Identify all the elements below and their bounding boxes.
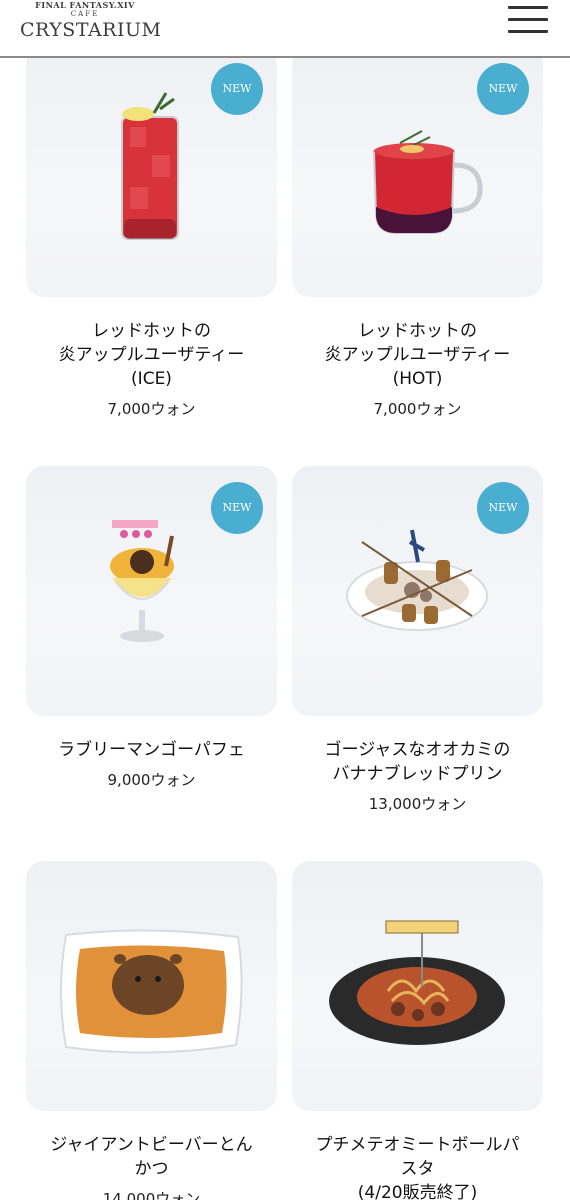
menu-item-name: ゴージャスなオオカミの バナナブレッドプリン	[324, 740, 511, 784]
menu-bar	[508, 6, 548, 9]
menu-item-name: レッドホットの 炎アップルユーザティー (HOT)	[324, 321, 511, 389]
menu-item-card[interactable]: NEW ゴージャスなオオカミの バナナブレッドプリン 13,000ウォン	[292, 466, 543, 814]
menu-item-price: 13,000ウォン	[368, 795, 467, 813]
new-badge: NEW	[477, 482, 529, 534]
new-badge: NEW	[211, 63, 263, 115]
menu-item-image	[26, 861, 277, 1111]
menu-item-card[interactable]: NEW ラブリーマンゴーパフェ 9,000ウォン	[26, 466, 277, 790]
menu-item-image: NEW	[26, 47, 277, 297]
menu-item-name: ラブリーマンゴーパフェ	[58, 740, 245, 760]
menu-item-name: レッドホットの 炎アップルユーザティー (ICE)	[58, 321, 245, 389]
menu-bar	[508, 30, 548, 33]
tonkatsu-curry-plate-image	[60, 929, 243, 1054]
site-header: FINAL FANTASY.XIV CAFE CRYSTARIUM	[0, 0, 570, 58]
menu-item-image	[292, 861, 543, 1111]
cafe-logo[interactable]: FINAL FANTASY.XIV CAFE CRYSTARIUM	[20, 0, 162, 46]
menu-item-card[interactable]: NEW レッドホットの 炎アップルユーザティー (HOT) 7,000ウォン	[292, 47, 543, 419]
menu-bar	[508, 18, 548, 21]
meatball-pasta-bowl-image	[329, 920, 505, 1045]
menu-item-card[interactable]: ジャイアントビーバーとん かつ 14,000ウォン	[26, 861, 277, 1200]
logo-title: CRYSTARIUM	[20, 19, 162, 41]
menu-item-price: 9,000ウォン	[107, 771, 196, 789]
menu-grid: NEW レッドホットの 炎アップルユーザティー (ICE) 7,000ウォン N…	[0, 0, 570, 1200]
menu-item-name: プチメテオミートボールパ スタ (4/20販売終了)	[315, 1135, 520, 1200]
menu-item-image: NEW	[26, 466, 277, 716]
new-badge: NEW	[211, 482, 263, 534]
menu-item-card[interactable]: NEW レッドホットの 炎アップルユーザティー (ICE) 7,000ウォン	[26, 47, 277, 419]
logo-subtext: CAFE	[70, 10, 100, 18]
menu-item-name: ジャイアントビーバーとん かつ	[50, 1135, 253, 1179]
hamburger-menu-icon[interactable]	[508, 6, 548, 34]
menu-item-card[interactable]: プチメテオミートボールパ スタ (4/20販売終了)	[292, 861, 543, 1200]
new-badge: NEW	[477, 63, 529, 115]
logo-text: FINAL FANTASY.XIV	[35, 0, 135, 10]
menu-item-image: NEW	[292, 466, 543, 716]
menu-item-price: 14,000ウォン	[102, 1190, 201, 1200]
menu-item-price: 7,000ウォン	[373, 400, 462, 418]
menu-item-price: 7,000ウォン	[107, 400, 196, 418]
menu-item-image: NEW	[292, 47, 543, 297]
